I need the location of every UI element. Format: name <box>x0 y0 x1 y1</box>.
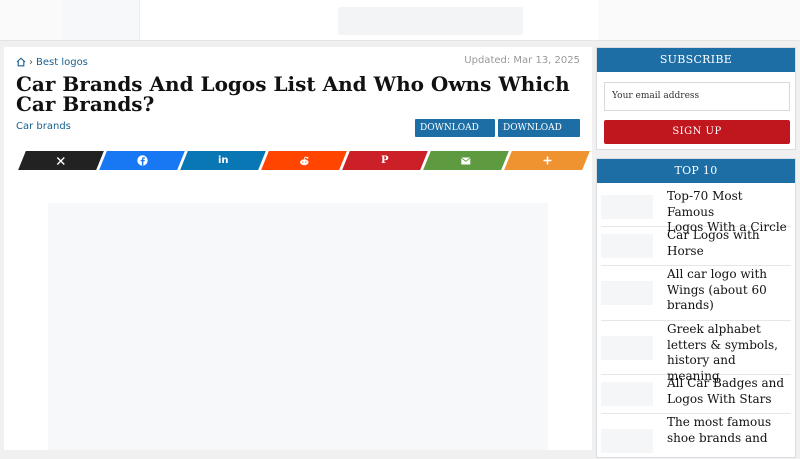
list-item[interactable]: The most famous shoe brands and <box>601 415 791 459</box>
article-image-placeholder <box>48 203 548 450</box>
list-item[interactable]: Car Logos with Horse <box>601 228 791 266</box>
download-svg-button[interactable]: DOWNLOAD SVG <box>415 119 495 151</box>
share-facebook-button[interactable] <box>99 151 185 170</box>
header-right-area <box>598 0 800 40</box>
menu-area[interactable] <box>62 0 140 40</box>
list-item[interactable]: Top-70 Most Famous Logos With a Circle <box>601 189 791 234</box>
list-item-title[interactable]: The most famous shoe brands and <box>667 415 791 446</box>
home-icon[interactable] <box>16 57 26 67</box>
subscribe-heading: SUBSCRIBE <box>597 48 795 72</box>
page-title: Car Brands And Logos List And Who Owns W… <box>16 72 570 116</box>
article: › Best logos Updated: Mar 13, 2025 Car B… <box>4 47 592 450</box>
sign-up-button[interactable]: SIGN UP <box>604 120 790 144</box>
share-reddit-button[interactable] <box>261 151 347 170</box>
mail-icon <box>461 156 471 165</box>
site-logo-area[interactable] <box>0 0 62 40</box>
breadcrumb-link-best-logos[interactable]: Best logos <box>36 57 88 68</box>
plus-icon <box>543 156 552 165</box>
download-png-button[interactable]: DOWNLOAD PNG <box>498 119 580 151</box>
subscribe-widget: SUBSCRIBE Your email address SIGN UP <box>596 47 796 150</box>
top-navbar <box>0 0 800 41</box>
list-item[interactable]: All car logo with Wings (about 60 brands) <box>601 267 791 321</box>
updated-date: Updated: Mar 13, 2025 <box>464 55 580 66</box>
share-bar: in P <box>18 151 590 171</box>
share-pinterest-button[interactable]: P <box>342 151 428 170</box>
share-x-button[interactable] <box>18 151 104 170</box>
reddit-icon <box>299 155 310 166</box>
breadcrumb: › Best logos <box>16 55 88 69</box>
list-item[interactable]: All Car Badges and Logos With Stars <box>601 376 791 414</box>
facebook-icon <box>136 155 148 166</box>
share-linkedin-button[interactable]: in <box>180 151 266 170</box>
thumbnail-image[interactable] <box>601 429 653 453</box>
category-link[interactable]: Car brands <box>16 121 71 132</box>
list-item[interactable]: Greek alphabet letters & symbols, history … <box>601 322 791 383</box>
list-item-title[interactable]: Greek alphabet letters & symbols, history … <box>667 322 791 384</box>
breadcrumb-separator: › <box>29 56 33 68</box>
thumbnail-image[interactable] <box>601 234 653 258</box>
thumbnail-image[interactable] <box>601 281 653 305</box>
share-email-button[interactable] <box>423 151 509 170</box>
top10-widget: TOP 10 Top-70 Most Famous Logos With a Ci… <box>596 158 796 458</box>
top10-heading: TOP 10 <box>597 159 795 183</box>
share-more-button[interactable] <box>504 151 590 170</box>
linkedin-icon: in <box>217 155 229 166</box>
list-item-title[interactable]: All Car Badges and Logos With Stars <box>667 376 791 407</box>
list-item-title[interactable]: Car Logos with Horse <box>667 228 791 259</box>
search-bar[interactable] <box>338 7 523 35</box>
thumbnail-image[interactable] <box>601 195 653 219</box>
email-field[interactable]: Your email address <box>604 82 790 111</box>
pinterest-icon: P <box>381 155 389 166</box>
x-icon <box>56 156 66 166</box>
thumbnail-image[interactable] <box>601 336 653 360</box>
thumbnail-image[interactable] <box>601 382 653 406</box>
list-item-title[interactable]: All car logo with Wings (about 60 brands) <box>667 267 791 314</box>
